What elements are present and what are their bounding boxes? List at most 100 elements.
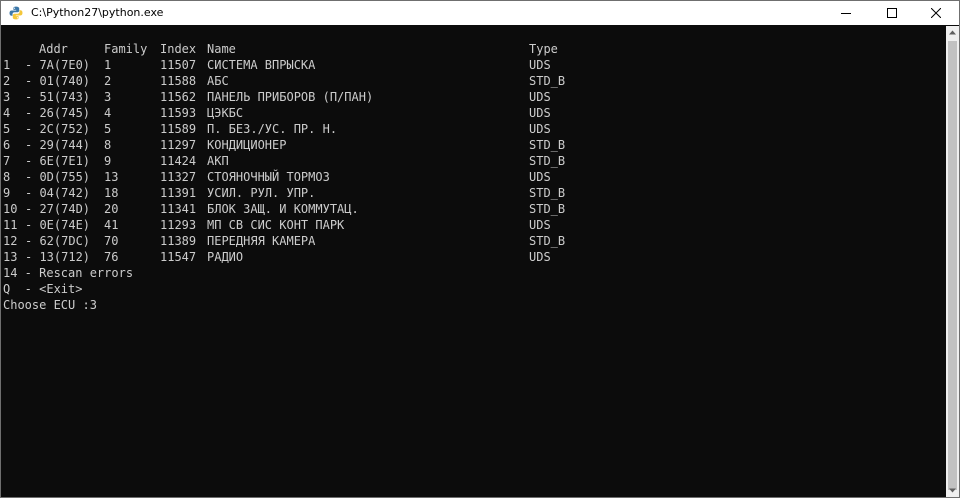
ecu-addr: - 29(744) — [25, 138, 91, 152]
vertical-scrollbar[interactable] — [946, 26, 959, 497]
ecu-name: СИСТЕМА ВПРЫСКА — [207, 58, 316, 72]
header-name: Name — [207, 42, 236, 56]
ecu-addr: - 13(712) — [25, 250, 91, 264]
console-output[interactable]: Addr Family Index Name Type 1 - 7A(7E0) … — [1, 26, 946, 497]
ecu-index: 11391 — [160, 186, 197, 200]
ecu-index: 11589 — [160, 122, 197, 136]
ecu-index: 11562 — [160, 90, 197, 104]
ecu-row: 9 - 04(742) 18 11391 УСИЛ. РУЛ. УПР. STD… — [3, 185, 565, 201]
ecu-row: 2 - 01(740) 2 11588 АБС STD_B — [3, 73, 565, 89]
ecu-index: 11424 — [160, 154, 197, 168]
header-row: Addr Family Index Name Type — [3, 41, 558, 57]
ecu-name: УСИЛ. РУЛ. УПР. — [207, 186, 316, 200]
scrollbar-thumb[interactable] — [948, 41, 957, 490]
ecu-addr: - 01(740) — [25, 74, 91, 88]
ecu-type: STD_B — [529, 186, 566, 200]
ecu-name: П. БЕЗ./УС. ПР. Н. — [207, 122, 338, 136]
ecu-addr: - 0D(755) — [25, 170, 91, 184]
ecu-index: 11341 — [160, 202, 197, 216]
ecu-family: 3 — [104, 90, 112, 104]
header-addr: Addr — [39, 42, 68, 56]
ecu-row: 7 - 6E(7E1) 9 11424 АКП STD_B — [3, 153, 565, 169]
ecu-index: 11327 — [160, 170, 197, 184]
ecu-number: 8 — [3, 170, 11, 184]
ecu-row: 1 - 7A(7E0) 1 11507 СИСТЕМА ВПРЫСКА UDS — [3, 57, 551, 73]
ecu-family: 18 — [104, 186, 119, 200]
ecu-row: 11 - 0E(74E) 41 11293 МП СВ СИС КОНТ ПАР… — [3, 217, 551, 233]
ecu-row: 8 - 0D(755) 13 11327 СТОЯНОЧНЫЙ ТОРМОЗ U… — [3, 169, 551, 185]
ecu-type: UDS — [529, 170, 551, 184]
ecu-index: 11297 — [160, 138, 197, 152]
ecu-type: STD_B — [529, 74, 566, 88]
scroll-down-button[interactable] — [946, 484, 959, 497]
python-icon — [9, 6, 23, 20]
ecu-type: UDS — [529, 58, 551, 72]
ecu-index: 11593 — [160, 106, 197, 120]
ecu-addr: - 26(745) — [25, 106, 91, 120]
ecu-row: 5 - 2C(752) 5 11589 П. БЕЗ./УС. ПР. Н. U… — [3, 121, 551, 137]
ecu-name: ЦЭКБС — [207, 106, 244, 120]
minimize-icon — [841, 13, 851, 14]
ecu-name: АБС — [207, 74, 229, 88]
scroll-up-button[interactable] — [946, 26, 959, 39]
ecu-row: 6 - 29(744) 8 11297 КОНДИЦИОНЕР STD_B — [3, 137, 565, 153]
ecu-row: 10 - 27(74D) 20 11341 БЛОК ЗАЩ. И КОММУТ… — [3, 201, 565, 217]
ecu-number: 9 — [3, 186, 11, 200]
ecu-name: РАДИО — [207, 250, 244, 264]
ecu-number: 3 — [3, 90, 11, 104]
header-index: Index — [160, 42, 197, 56]
ecu-type: UDS — [529, 218, 551, 232]
input-prompt[interactable]: Choose ECU :3 — [3, 297, 97, 313]
minimize-button[interactable] — [823, 1, 869, 25]
ecu-addr: - 0E(74E) — [25, 218, 91, 232]
ecu-number: 1 — [3, 58, 11, 72]
ecu-family: 20 — [104, 202, 119, 216]
ecu-name: ПАНЕЛЬ ПРИБОРОВ (П/ПАН) — [207, 90, 374, 104]
ecu-index: 11588 — [160, 74, 197, 88]
ecu-name: ПЕРЕДНЯЯ КАМЕРА — [207, 234, 316, 248]
ecu-addr: - 62(7DC) — [25, 234, 91, 248]
ecu-number: 5 — [3, 122, 11, 136]
ecu-number: 12 — [3, 234, 18, 248]
arrow-up-icon — [949, 30, 956, 35]
ecu-index: 11507 — [160, 58, 197, 72]
ecu-row: 3 - 51(743) 3 11562 ПАНЕЛЬ ПРИБОРОВ (П/П… — [3, 89, 551, 105]
ecu-number: 7 — [3, 154, 11, 168]
ecu-index: 11547 — [160, 250, 197, 264]
ecu-name: СТОЯНОЧНЫЙ ТОРМОЗ — [207, 170, 330, 184]
ecu-addr: - 2C(752) — [25, 122, 91, 136]
ecu-type: UDS — [529, 90, 551, 104]
ecu-family: 41 — [104, 218, 119, 232]
ecu-addr: - 6E(7E1) — [25, 154, 91, 168]
ecu-row: 12 - 62(7DC) 70 11389 ПЕРЕДНЯЯ КАМЕРА ST… — [3, 233, 565, 249]
ecu-addr: - 7A(7E0) — [25, 58, 91, 72]
ecu-type: UDS — [529, 122, 551, 136]
ecu-family: 70 — [104, 234, 119, 248]
ecu-family: 8 — [104, 138, 112, 152]
ecu-name: МП СВ СИС КОНТ ПАРК — [207, 218, 345, 232]
ecu-number: 11 — [3, 218, 18, 232]
ecu-type: STD_B — [529, 138, 566, 152]
ecu-index: 11389 — [160, 234, 197, 248]
header-type: Type — [529, 42, 558, 56]
ecu-number: 6 — [3, 138, 11, 152]
close-button[interactable] — [913, 1, 959, 25]
ecu-name: КОНДИЦИОНЕР — [207, 138, 287, 152]
ecu-type: STD_B — [529, 154, 566, 168]
ecu-family: 9 — [104, 154, 112, 168]
ecu-name: БЛОК ЗАЩ. И КОММУТАЦ. — [207, 202, 359, 216]
ecu-family: 1 — [104, 58, 112, 72]
ecu-addr: - 27(74D) — [25, 202, 91, 216]
ecu-addr: - 04(742) — [25, 186, 91, 200]
window-title: C:\Python27\python.exe — [31, 6, 164, 19]
maximize-button[interactable] — [869, 1, 915, 25]
ecu-addr: - 51(743) — [25, 90, 91, 104]
title-bar[interactable]: C:\Python27\python.exe — [1, 1, 959, 25]
ecu-number: 10 — [3, 202, 18, 216]
ecu-type: UDS — [529, 106, 551, 120]
ecu-name: АКП — [207, 154, 229, 168]
ecu-family: 2 — [104, 74, 112, 88]
ecu-number: 4 — [3, 106, 11, 120]
ecu-family: 4 — [104, 106, 112, 120]
header-family: Family — [104, 42, 148, 56]
